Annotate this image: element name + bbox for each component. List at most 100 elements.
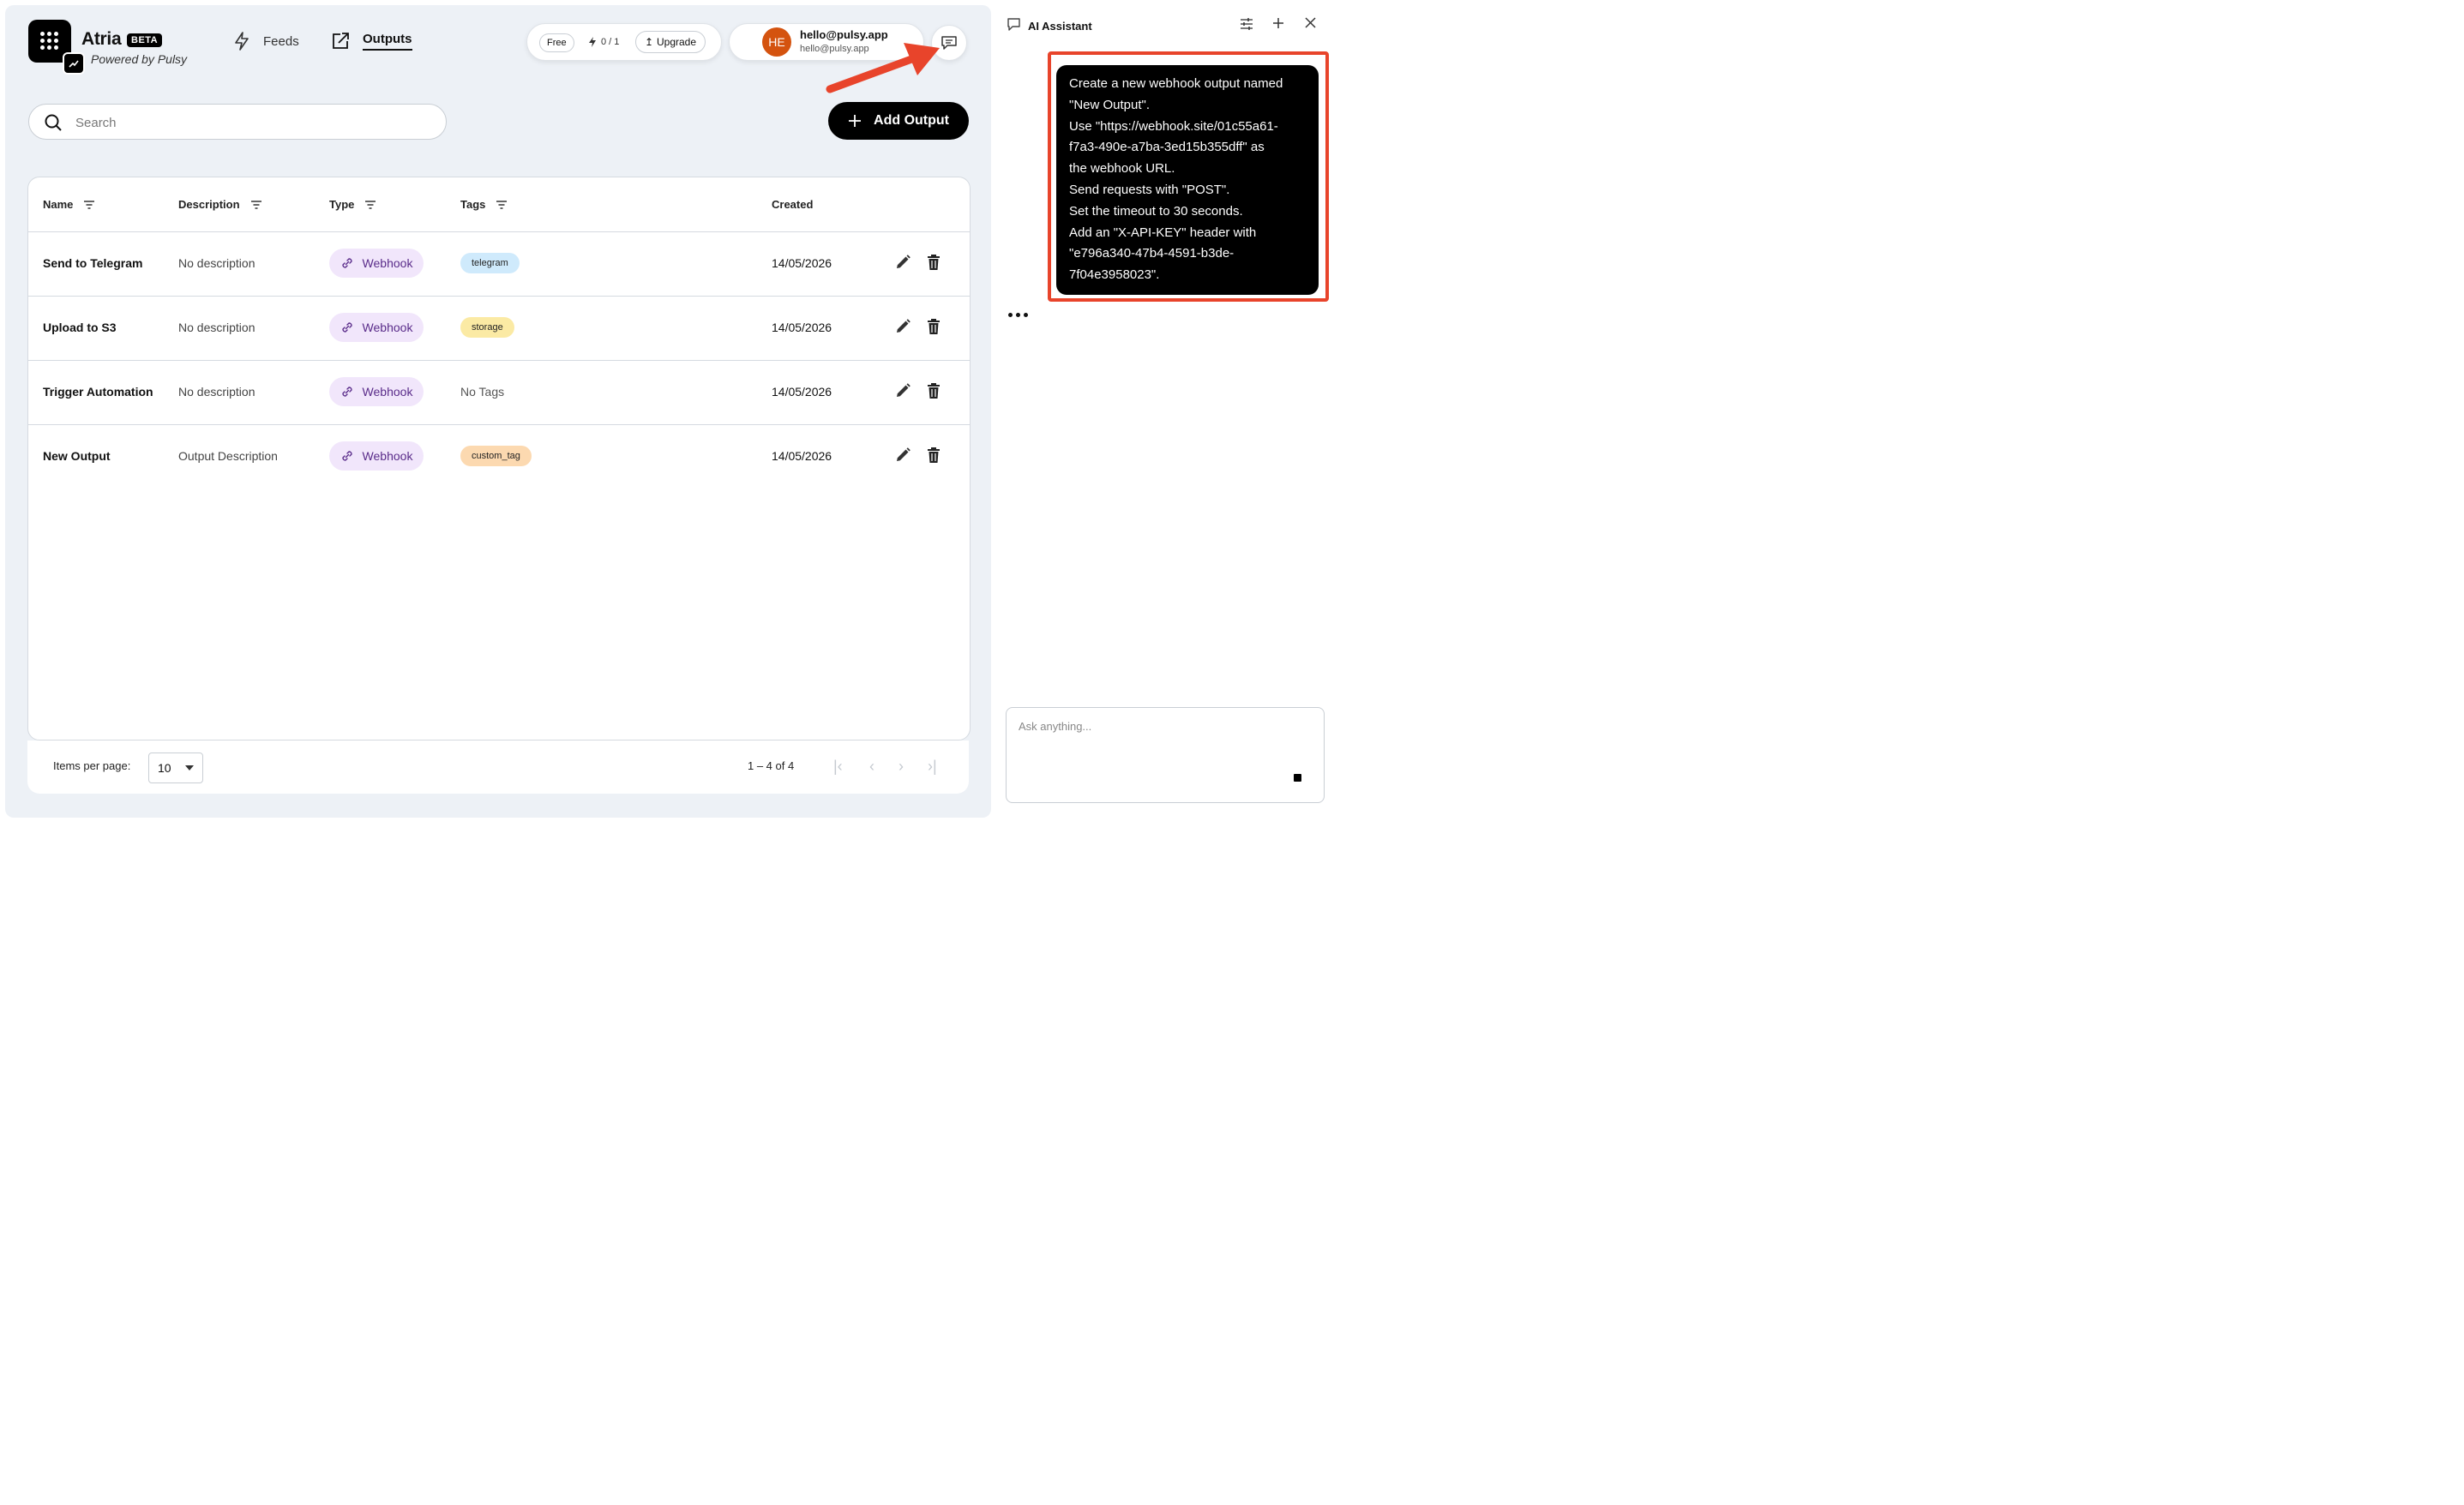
message-line: "New Output". xyxy=(1069,97,1151,112)
output-name: New Output xyxy=(43,449,111,463)
add-output-label: Add Output xyxy=(874,113,949,128)
last-page-icon[interactable]: ›| xyxy=(928,758,937,776)
created-date: 14/05/2026 xyxy=(772,385,832,399)
nav-feeds[interactable]: Feeds xyxy=(232,31,299,51)
column-type[interactable]: Type xyxy=(329,198,376,211)
edit-pencil-icon[interactable] xyxy=(894,382,911,399)
output-description: No description xyxy=(178,385,255,399)
column-created-label: Created xyxy=(772,198,814,211)
output-name: Trigger Automation xyxy=(43,385,153,399)
upload-arrow-icon: ↥ xyxy=(645,36,654,48)
annotation-arrow-icon xyxy=(826,43,940,93)
items-per-page-select[interactable]: 10 xyxy=(148,752,203,783)
outputs-table: Name Description Type Tags Created Send … xyxy=(27,177,971,741)
search-input[interactable] xyxy=(74,111,420,134)
tag-chip: custom_tag xyxy=(460,446,532,466)
output-name: Upload to S3 xyxy=(43,321,117,334)
edit-pencil-icon[interactable] xyxy=(894,254,911,271)
lightning-icon xyxy=(235,32,249,51)
message-line: 7f04e3958023". xyxy=(1069,267,1160,283)
table-row[interactable]: New Output Output Description Webhook cu… xyxy=(28,424,970,489)
created-date: 14/05/2026 xyxy=(772,321,832,334)
close-icon[interactable] xyxy=(1305,17,1316,28)
message-line: the webhook URL. xyxy=(1069,161,1175,177)
caret-down-icon xyxy=(185,765,194,770)
search-box[interactable] xyxy=(28,104,447,140)
trend-icon xyxy=(63,52,85,75)
trash-icon[interactable] xyxy=(926,254,941,271)
table-row[interactable]: Send to Telegram No description Webhook … xyxy=(28,231,970,297)
no-tags-text: No Tags xyxy=(460,385,505,399)
typing-indicator xyxy=(1008,313,1028,317)
lightning-icon xyxy=(589,37,596,47)
stop-icon xyxy=(1293,773,1301,782)
avatar: HE xyxy=(762,27,791,57)
column-created[interactable]: Created xyxy=(772,198,813,211)
message-line: Use "https://webhook.site/01c55a61- xyxy=(1069,118,1278,134)
edit-pencil-icon[interactable] xyxy=(894,447,911,464)
tag-chip: storage xyxy=(460,317,514,338)
ai-assistant-title: AI Assistant xyxy=(1028,20,1092,33)
table-row[interactable]: Upload to S3 No description Webhook stor… xyxy=(28,296,970,361)
settings-sliders-icon[interactable] xyxy=(1240,17,1253,31)
type-chip: Webhook xyxy=(329,377,424,406)
filter-icon[interactable] xyxy=(83,200,95,209)
chat-input[interactable] xyxy=(1017,718,1312,773)
chat-icon xyxy=(1007,18,1020,31)
edit-pencil-icon[interactable] xyxy=(894,318,911,335)
prev-page-icon[interactable]: ‹ xyxy=(869,758,874,776)
filter-icon[interactable] xyxy=(364,200,376,209)
type-label: Webhook xyxy=(362,321,413,334)
plus-icon[interactable] xyxy=(1272,17,1284,29)
main-app: Atria BETA Powered by Pulsy Feeds Output… xyxy=(5,5,991,818)
upgrade-label: Upgrade xyxy=(657,36,697,48)
trash-icon[interactable] xyxy=(926,318,941,335)
link-icon xyxy=(341,258,352,268)
column-description-label: Description xyxy=(178,198,240,211)
type-chip: Webhook xyxy=(329,441,424,471)
message-line: Set the timeout to 30 seconds. xyxy=(1069,203,1243,219)
message-line: Create a new webhook output named xyxy=(1069,76,1283,91)
app-logo[interactable] xyxy=(28,20,85,75)
items-per-page-value: 10 xyxy=(158,761,171,775)
column-tags-label: Tags xyxy=(460,198,486,211)
trash-icon[interactable] xyxy=(926,382,941,399)
output-description: No description xyxy=(178,256,255,270)
column-name-label: Name xyxy=(43,198,74,211)
link-icon xyxy=(341,322,352,333)
type-label: Webhook xyxy=(362,256,413,270)
message-line: f7a3-490e-a7ba-3ed15b355dff" as xyxy=(1069,140,1265,155)
type-chip: Webhook xyxy=(329,249,424,278)
nav-outputs[interactable]: Outputs xyxy=(330,31,412,51)
column-name[interactable]: Name xyxy=(43,198,95,211)
plus-icon xyxy=(849,115,862,127)
upgrade-button[interactable]: ↥ Upgrade xyxy=(635,31,706,53)
type-label: Webhook xyxy=(362,449,413,463)
link-icon xyxy=(341,451,352,461)
plan-badge: Free xyxy=(539,33,574,52)
output-name: Send to Telegram xyxy=(43,256,143,270)
filter-icon[interactable] xyxy=(496,200,508,209)
share-square-icon xyxy=(333,33,349,49)
output-description: No description xyxy=(178,321,255,334)
created-date: 14/05/2026 xyxy=(772,256,832,270)
filter-icon[interactable] xyxy=(250,200,262,209)
table-row[interactable]: Trigger Automation No description Webhoo… xyxy=(28,360,970,425)
message-line: Add an "X-API-KEY" header with xyxy=(1069,225,1257,240)
items-per-page-label: Items per page: xyxy=(53,759,131,772)
first-page-icon[interactable]: |‹ xyxy=(833,758,843,776)
table-header: Name Description Type Tags Created xyxy=(28,177,970,232)
trash-icon[interactable] xyxy=(926,447,941,464)
column-description[interactable]: Description xyxy=(178,198,262,211)
output-description: Output Description xyxy=(178,449,278,463)
type-label: Webhook xyxy=(362,385,413,399)
add-output-button[interactable]: Add Output xyxy=(828,102,969,140)
type-chip: Webhook xyxy=(329,313,424,342)
brand-subtitle: Powered by Pulsy xyxy=(91,52,188,66)
column-tags[interactable]: Tags xyxy=(460,198,508,211)
stop-button[interactable] xyxy=(1283,763,1312,792)
chat-input-box[interactable] xyxy=(1006,707,1325,803)
next-page-icon[interactable]: › xyxy=(898,758,904,776)
nav-feeds-label: Feeds xyxy=(263,33,299,49)
plan-status: Free 0 / 1 ↥ Upgrade xyxy=(526,23,722,61)
